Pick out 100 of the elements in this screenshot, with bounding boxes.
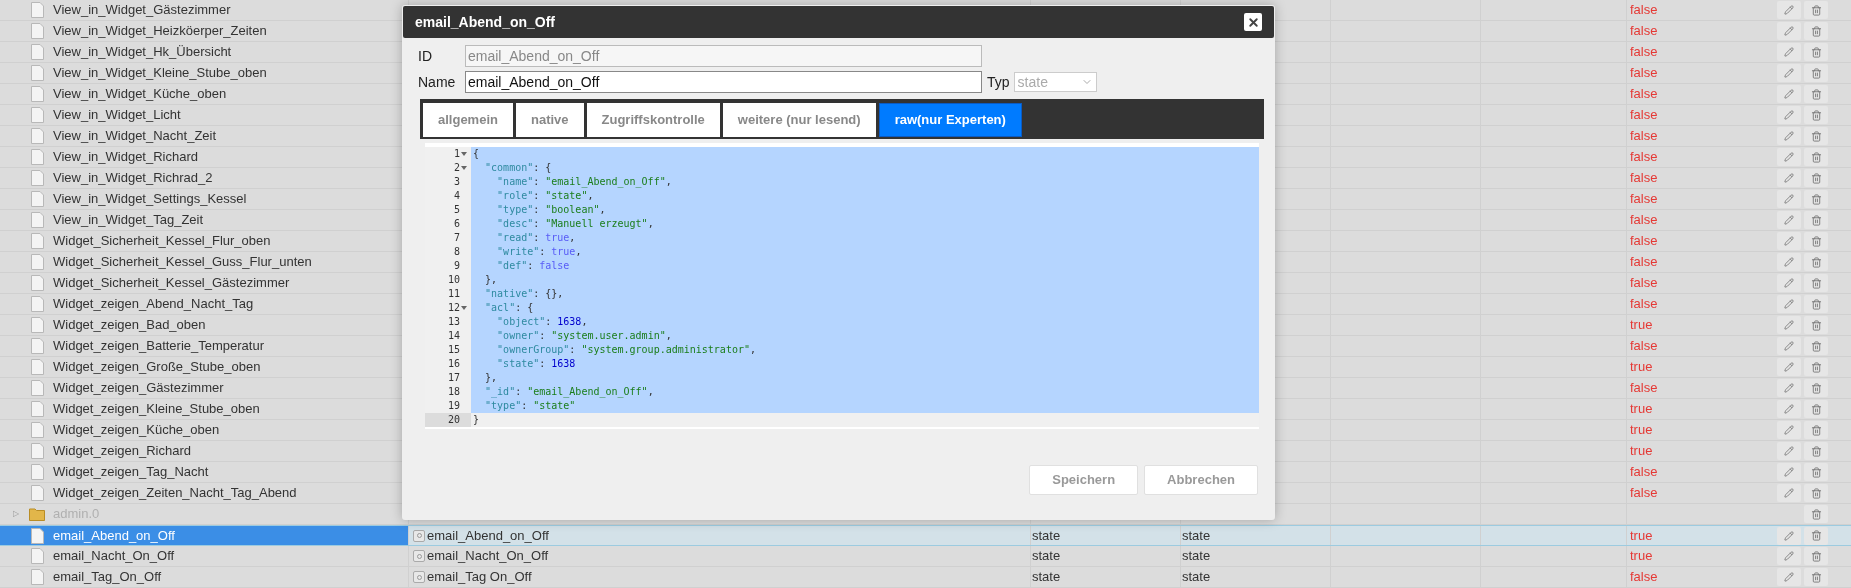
fold-arrow-icon[interactable] — [461, 306, 467, 310]
delete-button[interactable] — [1804, 547, 1828, 565]
object-name[interactable]: View_in_Widget_Richard — [48, 147, 198, 167]
tab[interactable]: Zugriffskontrolle — [586, 103, 720, 137]
object-name[interactable]: Widget_zeigen_Bad_oben — [48, 315, 206, 335]
delete-button[interactable] — [1804, 190, 1828, 208]
line-number: 8 — [453, 245, 460, 259]
object-name[interactable]: View_in_Widget_Nacht_Zeit — [48, 126, 217, 146]
edit-button[interactable] — [1777, 190, 1801, 208]
object-name[interactable]: View_in_Widget_Tag_Zeit — [48, 210, 204, 230]
object-value: true — [1630, 421, 1653, 440]
delete-button[interactable] — [1804, 232, 1828, 250]
delete-button[interactable] — [1804, 85, 1828, 103]
edit-button[interactable] — [1777, 568, 1801, 586]
delete-button[interactable] — [1804, 421, 1828, 439]
delete-button[interactable] — [1804, 295, 1828, 313]
delete-button[interactable] — [1804, 337, 1828, 355]
object-name[interactable]: View_in_Widget_Settings_Kessel — [48, 189, 247, 209]
delete-button[interactable] — [1804, 463, 1828, 481]
object-name[interactable]: View_in_Widget_Hk_Übersicht — [48, 42, 232, 62]
object-name[interactable]: Widget_zeigen_Abend_Nacht_Tag — [48, 294, 254, 314]
edit-button[interactable] — [1777, 43, 1801, 61]
edit-button[interactable] — [1777, 22, 1801, 40]
delete-button[interactable] — [1804, 400, 1828, 418]
edit-button[interactable] — [1777, 253, 1801, 271]
delete-button[interactable] — [1804, 442, 1828, 460]
object-value: false — [1630, 106, 1658, 125]
pencil-icon — [1784, 383, 1794, 393]
delete-button[interactable] — [1804, 526, 1828, 545]
delete-button[interactable] — [1804, 211, 1828, 229]
edit-button[interactable] — [1777, 232, 1801, 250]
edit-button[interactable] — [1777, 106, 1801, 124]
object-name[interactable]: Widget_Sicherheit_Kessel_Gästezimmer — [48, 273, 290, 293]
tab[interactable]: native — [515, 103, 584, 137]
object-name[interactable]: Widget_Sicherheit_Kessel_Guss_Flur_unten — [48, 252, 312, 272]
edit-button[interactable] — [1777, 274, 1801, 292]
object-name[interactable]: Widget_zeigen_Kleine_Stube_oben — [48, 399, 260, 419]
edit-button[interactable] — [1777, 64, 1801, 82]
delete-button[interactable] — [1804, 316, 1828, 334]
delete-button[interactable] — [1804, 358, 1828, 376]
delete-button[interactable] — [1804, 148, 1828, 166]
edit-button[interactable] — [1777, 127, 1801, 145]
fold-arrow-icon[interactable] — [461, 152, 467, 156]
object-name[interactable]: Widget_zeigen_Richard — [48, 441, 192, 461]
object-name[interactable]: Widget_zeigen_Große_Stube_oben — [48, 357, 261, 377]
object-name[interactable]: Widget_zeigen_Zeiten_Nacht_Tag_Abend — [48, 483, 297, 503]
object-name[interactable]: email_Tag_On_Off — [48, 567, 162, 587]
object-name[interactable]: Widget_zeigen_Batterie_Temperatur — [48, 336, 264, 356]
edit-button[interactable] — [1777, 484, 1801, 502]
edit-button[interactable] — [1777, 295, 1801, 313]
pencil-icon — [1784, 278, 1794, 288]
object-name[interactable]: Widget_zeigen_Tag_Nacht — [48, 462, 209, 482]
edit-button[interactable] — [1777, 169, 1801, 187]
object-name[interactable]: Widget_zeigen_Küche_oben — [48, 420, 220, 440]
object-name[interactable]: View_in_Widget_Heizköerper_Zeiten — [48, 21, 267, 41]
delete-button[interactable] — [1804, 1, 1828, 19]
edit-button[interactable] — [1777, 400, 1801, 418]
object-name[interactable]: View_in_Widget_Gästezimmer — [48, 0, 231, 20]
edit-button[interactable] — [1777, 442, 1801, 460]
delete-button[interactable] — [1804, 22, 1828, 40]
object-role: state — [1182, 526, 1211, 545]
edit-button[interactable] — [1777, 337, 1801, 355]
edit-button[interactable] — [1777, 421, 1801, 439]
delete-button[interactable] — [1804, 505, 1828, 523]
edit-button[interactable] — [1777, 85, 1801, 103]
delete-button[interactable] — [1804, 568, 1828, 586]
delete-button[interactable] — [1804, 274, 1828, 292]
object-name[interactable]: View_in_Widget_Kleine_Stube_oben — [48, 63, 267, 83]
line-number: 6 — [453, 217, 460, 231]
edit-button[interactable] — [1777, 1, 1801, 19]
delete-button[interactable] — [1804, 127, 1828, 145]
object-name[interactable]: View_in_Widget_Küche_oben — [48, 84, 227, 104]
object-name[interactable]: email_Nacht_On_Off — [48, 546, 175, 566]
edit-button[interactable] — [1777, 463, 1801, 481]
edit-button[interactable] — [1777, 526, 1801, 545]
tab[interactable]: raw(nur Experten) — [878, 103, 1022, 137]
object-name[interactable]: View_in_Widget_Richrad_2 — [48, 168, 213, 188]
fold-arrow-icon[interactable] — [461, 166, 467, 170]
delete-button[interactable] — [1804, 106, 1828, 124]
code-line: { — [473, 148, 480, 159]
delete-button[interactable] — [1804, 484, 1828, 502]
delete-button[interactable] — [1804, 253, 1828, 271]
edit-button[interactable] — [1777, 379, 1801, 397]
delete-button[interactable] — [1804, 169, 1828, 187]
tab[interactable]: allgemein — [423, 103, 513, 137]
line-number: 4 — [453, 189, 460, 203]
delete-button[interactable] — [1804, 43, 1828, 61]
close-button[interactable] — [1244, 13, 1262, 31]
edit-button[interactable] — [1777, 211, 1801, 229]
edit-button[interactable] — [1777, 358, 1801, 376]
name-field[interactable]: email_Abend_on_Off — [465, 71, 982, 93]
object-name[interactable]: Widget_zeigen_Gästezimmer — [48, 378, 224, 398]
delete-button[interactable] — [1804, 64, 1828, 82]
tab[interactable]: weitere (nur lesend) — [722, 103, 876, 137]
delete-button[interactable] — [1804, 379, 1828, 397]
edit-button[interactable] — [1777, 148, 1801, 166]
object-name[interactable]: Widget_Sicherheit_Kessel_Flur_oben — [48, 231, 271, 251]
object-name[interactable]: View_in_Widget_Licht — [48, 105, 181, 125]
edit-button[interactable] — [1777, 316, 1801, 334]
edit-button[interactable] — [1777, 547, 1801, 565]
